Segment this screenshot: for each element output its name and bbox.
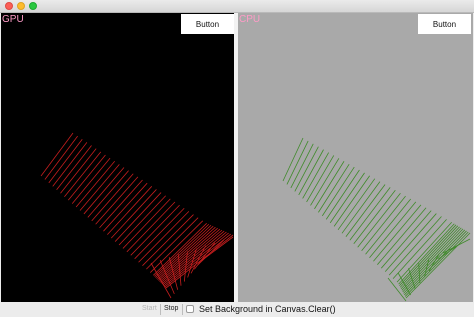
gpu-label: GPU: [2, 14, 24, 25]
gpu-line-drawing: [40, 132, 234, 299]
toolbar-divider: [182, 304, 183, 315]
maximize-window-button[interactable]: [29, 2, 37, 10]
gpu-canvas-panel: GPU Button: [1, 13, 234, 302]
window-titlebar: [0, 0, 474, 13]
cpu-line-drawing: [282, 137, 471, 302]
close-window-button[interactable]: [5, 2, 13, 10]
cpu-canvas-panel: CPU Button: [238, 13, 473, 302]
set-background-checkbox[interactable]: [186, 305, 194, 313]
cpu-panel-button[interactable]: Button: [418, 14, 471, 34]
stop-button[interactable]: Stop: [164, 305, 178, 312]
minimize-window-button[interactable]: [17, 2, 25, 10]
set-background-checkbox-label: Set Background in Canvas.Clear(): [199, 304, 336, 314]
start-button[interactable]: Start: [142, 305, 157, 312]
toolbar-divider: [160, 304, 161, 315]
gpu-panel-button[interactable]: Button: [181, 14, 234, 34]
cpu-label: CPU: [239, 14, 261, 25]
